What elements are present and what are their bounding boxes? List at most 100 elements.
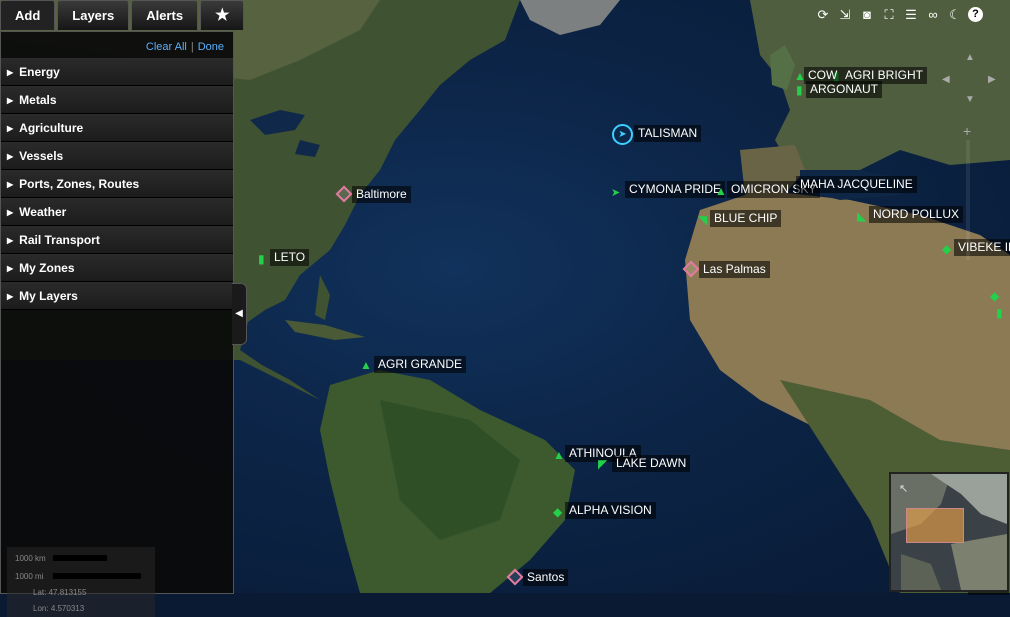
lon-label: Lon: — [33, 604, 49, 613]
port-label: Las Palmas — [699, 261, 770, 278]
vessel-marker[interactable]: ▲ AGRI GRANDE — [360, 356, 467, 374]
expand-arrow-icon: ▶ — [7, 96, 14, 105]
infinity-icon[interactable]: ∞ — [924, 6, 942, 24]
zoom-in-icon[interactable]: + — [963, 123, 971, 139]
vessel-marker[interactable]: ➤ CYMONA PRIDE — [611, 181, 726, 201]
top-tabs: Add Layers Alerts ★ — [0, 0, 246, 31]
clear-all-link[interactable]: Clear All — [146, 41, 187, 53]
pan-right-icon[interactable]: ▶ — [988, 74, 996, 85]
refresh-icon[interactable]: ⟳ — [814, 6, 832, 24]
separator: | — [190, 41, 194, 53]
category-label: Weather — [19, 205, 67, 219]
vessel-icon: ▮ — [796, 83, 803, 97]
help-icon[interactable]: ? — [968, 7, 983, 22]
tracked-vessel-icon: ➤ — [612, 124, 633, 145]
pan-control[interactable]: ▲ ◀ ▶ ▼ — [942, 52, 998, 108]
vessel-icon: ➤ — [611, 187, 621, 199]
lon-readout: Lon: 4.570313 — [33, 604, 84, 613]
vessel-icon: ◥ — [698, 213, 708, 227]
category-label: Vessels — [19, 149, 64, 163]
category-label: Energy — [19, 65, 60, 79]
vessel-marker[interactable]: ▲ COW — [794, 67, 842, 85]
tab-alerts[interactable]: Alerts — [131, 0, 199, 30]
pan-up-icon[interactable]: ▲ — [965, 52, 975, 63]
vessel-label: CYMONA PRIDE — [625, 181, 726, 198]
vessel-marker[interactable]: ▲ OMICRON SKY — [715, 181, 821, 200]
vessel-label: LAKE DAWN — [612, 455, 691, 472]
export-icon[interactable]: ⇲ — [836, 6, 854, 24]
done-link[interactable]: Done — [198, 41, 224, 53]
overview-map[interactable]: ↖ — [889, 472, 1009, 592]
category-label: Agriculture — [19, 121, 84, 135]
expand-arrow-icon[interactable]: ↖ — [899, 482, 908, 495]
vessel-label: COW — [804, 67, 842, 84]
category-list: ▶ Energy ▶ Metals ▶ Agriculture ▶ Vessels ▶ Ports… — [1, 58, 233, 310]
expand-arrow-icon: ▶ — [7, 264, 14, 273]
category-label: Ports, Zones, Routes — [19, 177, 140, 191]
vessel-icon: ◤ — [598, 457, 608, 471]
vessel-label: BLUE CHIP — [710, 210, 782, 227]
pan-down-icon[interactable]: ▼ — [965, 94, 975, 105]
port-label: Santos — [523, 569, 569, 586]
scale-km-bar — [53, 555, 107, 561]
lon-value: 4.570313 — [50, 604, 85, 613]
expand-arrow-icon: ▶ — [7, 180, 14, 189]
category-weather[interactable]: ▶ Weather — [1, 198, 233, 226]
category-my-zones[interactable]: ▶ My Zones — [1, 254, 233, 282]
night-mode-icon[interactable]: ☾ — [946, 6, 964, 24]
vessel-marker[interactable]: ▲ ATHINOULA — [553, 445, 641, 464]
vessel-label: LETO — [270, 249, 310, 266]
vessel-label: NORD POLLUX — [869, 206, 964, 223]
list-icon[interactable]: ☰ — [902, 6, 920, 24]
tab-add[interactable]: Add — [0, 0, 56, 30]
category-energy[interactable]: ▶ Energy — [1, 58, 233, 86]
panel-actions: Clear All | Done — [1, 32, 233, 58]
vessel-marker[interactable]: ◆ ALPHA VISION — [553, 502, 656, 521]
zoom-slider[interactable] — [966, 140, 970, 260]
star-icon: ★ — [215, 7, 230, 24]
expand-arrow-icon: ▶ — [7, 152, 14, 161]
category-vessels[interactable]: ▶ Vessels — [1, 142, 233, 170]
vessel-marker[interactable]: ◆ VIBEKE IRI — [942, 239, 1010, 258]
fullscreen-icon[interactable]: ⛶ — [880, 6, 898, 24]
vessel-marker[interactable]: ◥ BLUE CHIP — [698, 210, 782, 229]
vessel-icon: ▲ — [360, 358, 372, 372]
expand-arrow-icon: ▶ — [7, 68, 14, 77]
category-label: My Layers — [19, 289, 78, 303]
vessel-label: AGRI GRANDE — [374, 356, 467, 373]
tab-favorites[interactable]: ★ — [200, 0, 245, 30]
map-toolbar: ⟳ ⇲ ◙ ⛶ ☰ ∞ ☾ ? — [810, 0, 987, 29]
vessel-label: MAHA JACQUELINE — [796, 176, 917, 193]
vessel-icon: ◣ — [857, 209, 867, 223]
expand-arrow-icon: ▶ — [7, 208, 14, 217]
port-label: Baltimore — [352, 186, 411, 203]
vessel-label: ALPHA VISION — [565, 502, 656, 519]
vessel-icon: ◆ — [553, 505, 563, 519]
add-panel: Clear All | Done ▶ Energy ▶ Metals ▶ Agricultur… — [0, 31, 234, 617]
category-metals[interactable]: ▶ Metals — [1, 86, 233, 114]
category-agriculture[interactable]: ▶ Agriculture — [1, 114, 233, 142]
category-label: My Zones — [19, 261, 75, 275]
vessel-icon: ▮ — [258, 252, 265, 266]
expand-arrow-icon: ▶ — [7, 124, 14, 133]
vessel-marker[interactable]: ◤ LAKE DAWN — [598, 455, 691, 473]
chevron-left-icon: ◀ — [235, 308, 243, 319]
vessel-icon[interactable]: ▮ — [996, 306, 1003, 320]
camera-icon[interactable]: ◙ — [858, 6, 876, 24]
viewport-box[interactable] — [906, 508, 964, 543]
category-my-layers[interactable]: ▶ My Layers — [1, 282, 233, 310]
expand-arrow-icon: ▶ — [7, 292, 14, 301]
category-label: Metals — [19, 93, 57, 107]
vessel-marker[interactable]: ▮ LETO — [258, 249, 310, 268]
vessel-marker[interactable]: ◣ NORD POLLUX — [857, 206, 964, 225]
scale-mi-bar — [53, 573, 141, 579]
vessel-icon[interactable]: ◆ — [990, 289, 999, 303]
scale-mi-label: 1000 mi — [15, 572, 44, 581]
category-ports-zones-routes[interactable]: ▶ Ports, Zones, Routes — [1, 170, 233, 198]
category-rail-transport[interactable]: ▶ Rail Transport — [1, 226, 233, 254]
collapse-panel-button[interactable]: ◀ — [232, 283, 247, 345]
vessel-icon: ◆ — [942, 242, 952, 256]
tab-layers[interactable]: Layers — [57, 0, 130, 30]
pan-left-icon[interactable]: ◀ — [942, 74, 950, 85]
vessel-icon: ▲ — [553, 448, 565, 462]
